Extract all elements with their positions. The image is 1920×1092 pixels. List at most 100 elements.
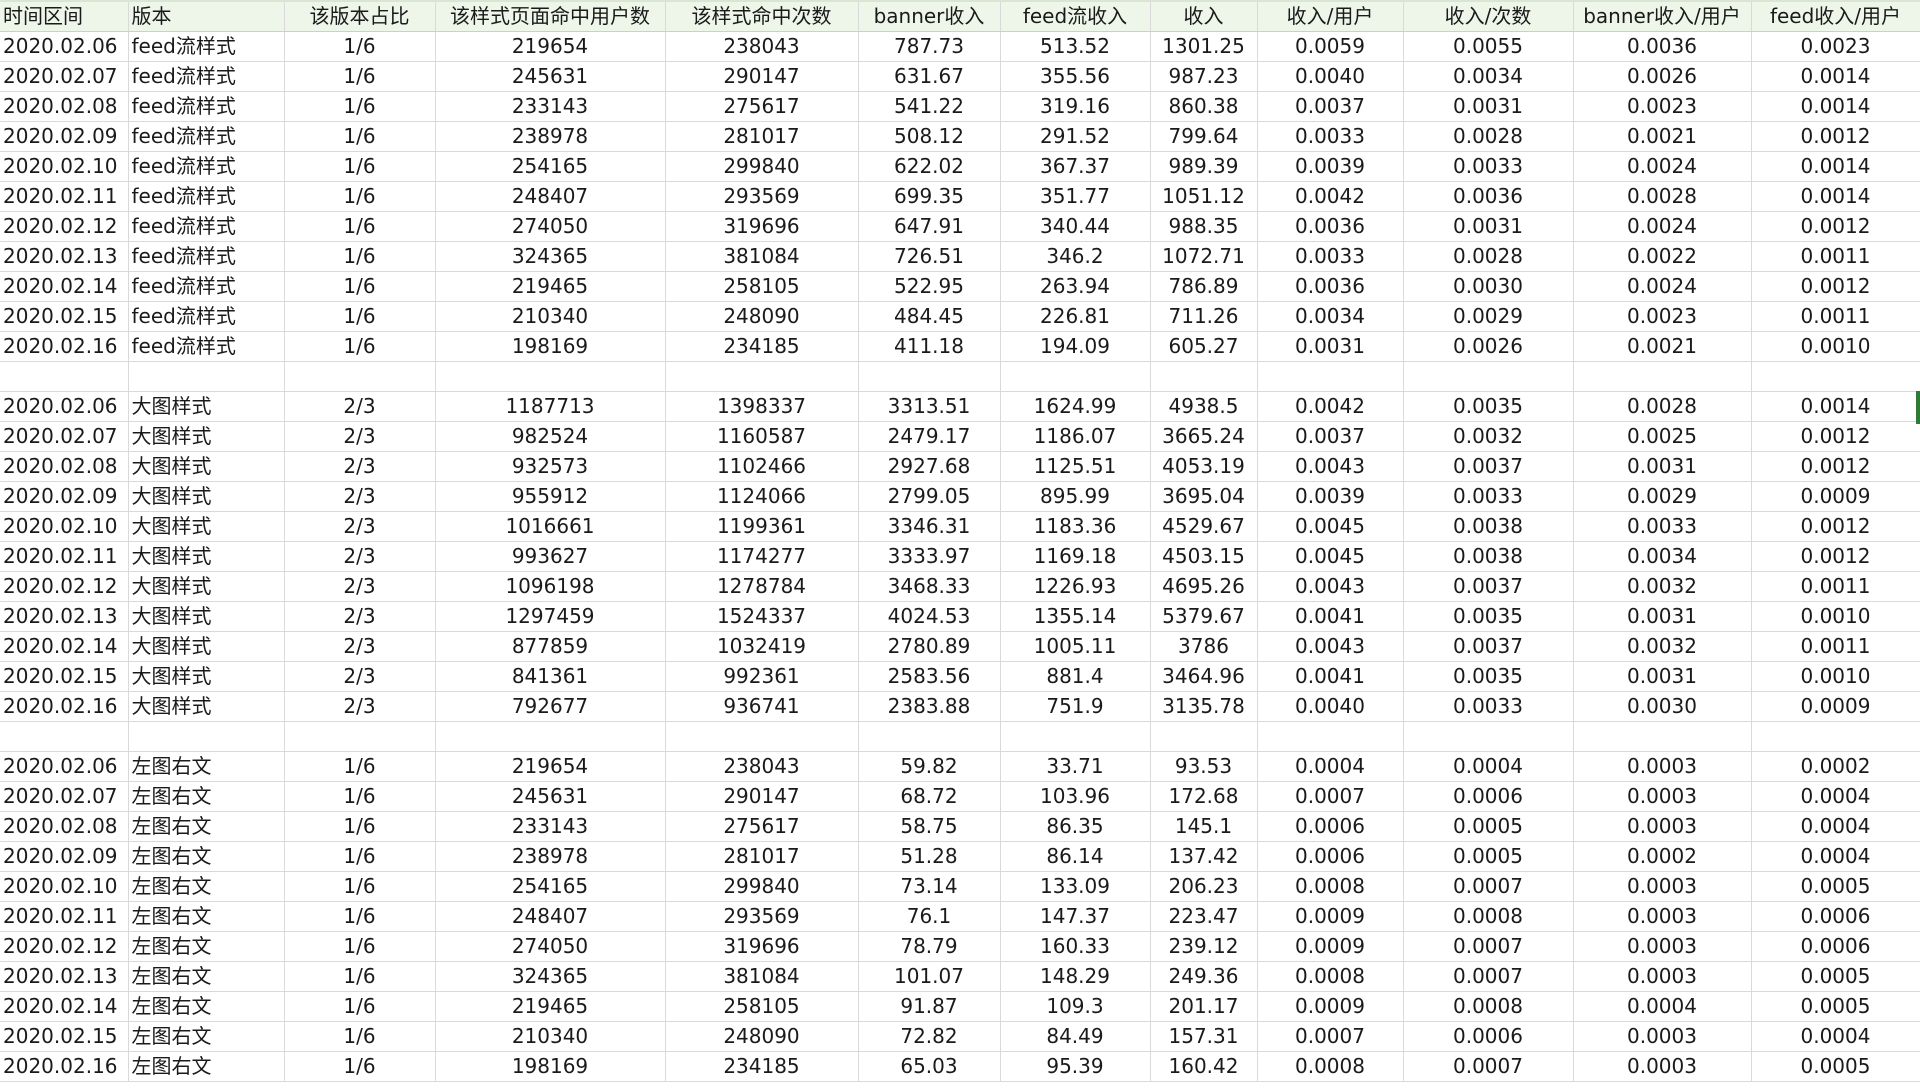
table-cell[interactable]: 0.0006 <box>1751 931 1920 962</box>
table-cell[interactable]: 95.39 <box>1000 1051 1151 1082</box>
table-cell[interactable]: 大图样式 <box>128 481 285 512</box>
table-cell[interactable]: 2020.02.15 <box>0 1021 129 1052</box>
table-cell[interactable]: 1624.99 <box>1000 391 1151 422</box>
table-cell[interactable]: 2479.17 <box>858 421 1001 452</box>
table-cell[interactable]: 4024.53 <box>858 601 1001 632</box>
table-cell[interactable]: 1102466 <box>665 451 859 482</box>
table-cell[interactable]: 1051.12 <box>1150 181 1258 212</box>
column-header[interactable]: banner收入 <box>858 0 1001 32</box>
table-cell[interactable]: 0.0003 <box>1573 811 1752 842</box>
table-cell[interactable]: 319.16 <box>1000 91 1151 122</box>
table-cell[interactable]: 238043 <box>665 751 859 782</box>
table-cell[interactable]: 291.52 <box>1000 121 1151 152</box>
table-cell[interactable]: 147.37 <box>1000 901 1151 932</box>
table-cell[interactable]: 3665.24 <box>1150 421 1258 452</box>
table-cell[interactable]: 932573 <box>435 451 666 482</box>
table-cell[interactable]: 1301.25 <box>1150 31 1258 62</box>
table-cell[interactable]: 1/6 <box>284 781 436 812</box>
table-cell[interactable]: 234185 <box>665 331 859 362</box>
table-cell[interactable]: 881.4 <box>1000 661 1151 692</box>
table-cell[interactable]: 1/6 <box>284 271 436 302</box>
table-cell[interactable]: 2020.02.08 <box>0 811 129 842</box>
table-cell[interactable]: 223.47 <box>1150 901 1258 932</box>
table-cell[interactable]: 787.73 <box>858 31 1001 62</box>
table-cell[interactable]: 1278784 <box>665 571 859 602</box>
empty-cell[interactable] <box>1257 721 1404 752</box>
table-cell[interactable]: 0.0008 <box>1257 1051 1404 1082</box>
table-cell[interactable]: 1169.18 <box>1000 541 1151 572</box>
table-cell[interactable]: 982524 <box>435 421 666 452</box>
table-cell[interactable]: 86.14 <box>1000 841 1151 872</box>
table-cell[interactable]: 51.28 <box>858 841 1001 872</box>
table-cell[interactable]: 2020.02.07 <box>0 781 129 812</box>
table-cell[interactable]: 0.0045 <box>1257 541 1404 572</box>
table-cell[interactable]: 157.31 <box>1150 1021 1258 1052</box>
table-cell[interactable]: 1199361 <box>665 511 859 542</box>
table-cell[interactable]: feed流样式 <box>128 61 285 92</box>
table-cell[interactable]: 0.0007 <box>1403 931 1574 962</box>
table-cell[interactable]: 58.75 <box>858 811 1001 842</box>
table-cell[interactable]: 0.0014 <box>1751 391 1920 422</box>
table-cell[interactable]: 201.17 <box>1150 991 1258 1022</box>
table-cell[interactable]: 0.0033 <box>1257 241 1404 272</box>
table-cell[interactable]: 大图样式 <box>128 511 285 542</box>
table-cell[interactable]: 346.2 <box>1000 241 1151 272</box>
table-cell[interactable]: 左图右文 <box>128 931 285 962</box>
table-cell[interactable]: 206.23 <box>1150 871 1258 902</box>
table-cell[interactable]: 2/3 <box>284 691 436 722</box>
table-cell[interactable]: 2020.02.16 <box>0 331 129 362</box>
empty-cell[interactable] <box>128 721 285 752</box>
table-cell[interactable]: 大图样式 <box>128 391 285 422</box>
table-cell[interactable]: 0.0007 <box>1403 1051 1574 1082</box>
table-cell[interactable]: 大图样式 <box>128 571 285 602</box>
table-cell[interactable]: 1187713 <box>435 391 666 422</box>
table-cell[interactable]: 0.0003 <box>1573 1021 1752 1052</box>
table-cell[interactable]: 0.0029 <box>1403 301 1574 332</box>
table-cell[interactable]: 2/3 <box>284 601 436 632</box>
table-cell[interactable]: 左图右文 <box>128 871 285 902</box>
table-cell[interactable]: 0.0011 <box>1751 241 1920 272</box>
table-cell[interactable]: 0.0009 <box>1751 481 1920 512</box>
table-cell[interactable]: 1/6 <box>284 181 436 212</box>
table-cell[interactable]: 194.09 <box>1000 331 1151 362</box>
table-cell[interactable]: 0.0042 <box>1257 181 1404 212</box>
table-cell[interactable]: 2/3 <box>284 661 436 692</box>
table-cell[interactable]: 0.0009 <box>1751 691 1920 722</box>
table-cell[interactable]: 0.0006 <box>1403 1021 1574 1052</box>
table-cell[interactable]: 3333.97 <box>858 541 1001 572</box>
table-cell[interactable]: 219654 <box>435 31 666 62</box>
table-cell[interactable]: 248090 <box>665 301 859 332</box>
table-cell[interactable]: 513.52 <box>1000 31 1151 62</box>
table-cell[interactable]: 1/6 <box>284 931 436 962</box>
table-cell[interactable]: 133.09 <box>1000 871 1151 902</box>
table-cell[interactable]: 0.0012 <box>1751 511 1920 542</box>
table-cell[interactable]: 2020.02.09 <box>0 121 129 152</box>
table-cell[interactable]: 233143 <box>435 811 666 842</box>
table-cell[interactable]: 0.0034 <box>1573 541 1752 572</box>
empty-cell[interactable] <box>1403 361 1574 392</box>
table-cell[interactable]: 0.0005 <box>1751 961 1920 992</box>
table-cell[interactable]: 0.0005 <box>1751 1051 1920 1082</box>
column-header[interactable]: feed收入/用户 <box>1751 0 1920 32</box>
table-cell[interactable]: 0.0003 <box>1573 871 1752 902</box>
column-header[interactable]: 版本 <box>128 0 285 32</box>
column-header[interactable]: banner收入/用户 <box>1573 0 1752 32</box>
table-cell[interactable]: 0.0004 <box>1403 751 1574 782</box>
table-cell[interactable]: 726.51 <box>858 241 1001 272</box>
table-cell[interactable]: 0.0024 <box>1573 271 1752 302</box>
table-cell[interactable]: 0.0002 <box>1573 841 1752 872</box>
table-cell[interactable]: 2020.02.13 <box>0 961 129 992</box>
table-cell[interactable]: 大图样式 <box>128 661 285 692</box>
table-cell[interactable]: 993627 <box>435 541 666 572</box>
table-cell[interactable]: 274050 <box>435 211 666 242</box>
table-cell[interactable]: 0.0014 <box>1751 91 1920 122</box>
table-cell[interactable]: 351.77 <box>1000 181 1151 212</box>
table-cell[interactable]: 0.0005 <box>1751 871 1920 902</box>
table-cell[interactable]: 2020.02.15 <box>0 661 129 692</box>
table-cell[interactable]: 0.0037 <box>1403 631 1574 662</box>
table-cell[interactable]: 248407 <box>435 181 666 212</box>
table-cell[interactable]: 3313.51 <box>858 391 1001 422</box>
table-cell[interactable]: 1/6 <box>284 31 436 62</box>
table-cell[interactable]: 145.1 <box>1150 811 1258 842</box>
table-cell[interactable]: 631.67 <box>858 61 1001 92</box>
